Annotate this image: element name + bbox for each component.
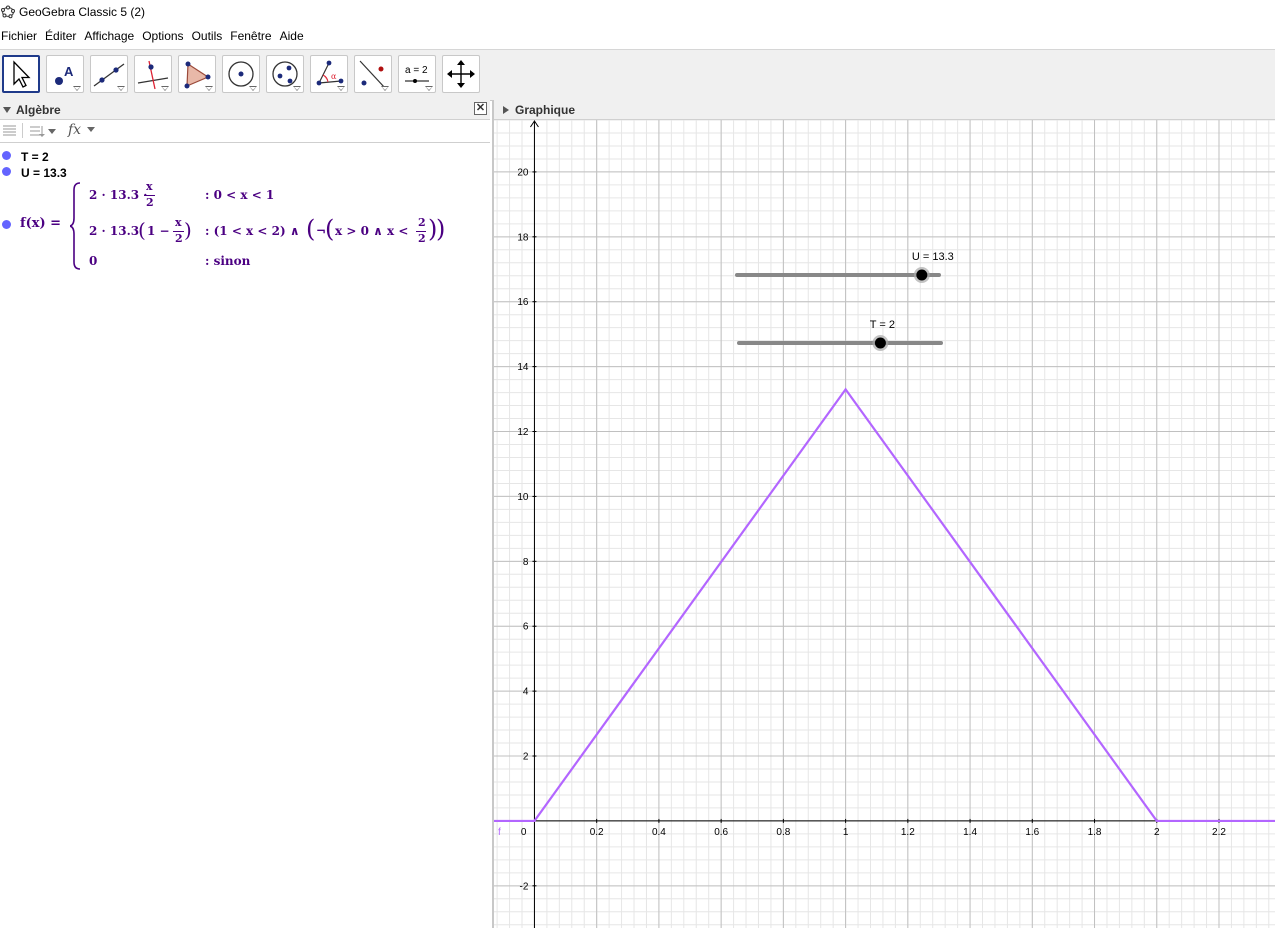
algebra-view-header[interactable]: Algèbre ✕ xyxy=(0,100,490,120)
toolbar: A α a = 2 xyxy=(0,49,1275,101)
graphics-view-title: Graphique xyxy=(515,102,576,117)
menu-fichier[interactable]: Fichier xyxy=(1,29,41,43)
svg-text:α: α xyxy=(331,72,337,81)
menu-options[interactable]: Options xyxy=(142,29,187,43)
case1-condition: : 0 < x < 1 xyxy=(205,188,275,202)
menu-affichage[interactable]: Affichage xyxy=(84,29,138,43)
case2-cond-numerator: 2 xyxy=(418,216,426,229)
line-tool-button[interactable] xyxy=(90,55,128,93)
x-tick-label: 2.2 xyxy=(1212,827,1226,838)
y-tick-label: 12 xyxy=(517,427,529,438)
y-tick-label: 6 xyxy=(523,622,529,633)
function-name: f(x) = xyxy=(20,216,62,231)
reflect-tool-button[interactable] xyxy=(354,55,392,93)
case3-expression: 0 xyxy=(89,254,98,268)
menu-lines-icon[interactable] xyxy=(3,124,16,137)
x-tick-label: 0.6 xyxy=(714,827,728,838)
graphics-view-header[interactable]: Graphique xyxy=(494,100,1275,120)
x-tick-label: 0.4 xyxy=(652,827,666,838)
perpendicular-tool-button[interactable] xyxy=(134,55,172,93)
window-title: GeoGebra Classic 5 (2) xyxy=(19,5,146,19)
y-tick-label: 10 xyxy=(517,492,529,503)
menu-outils[interactable]: Outils xyxy=(192,29,227,43)
visibility-dot-icon[interactable] xyxy=(2,220,11,229)
move-tool-button[interactable] xyxy=(2,55,40,93)
y-tick-label: 20 xyxy=(517,167,529,178)
algebra-item-text: U = 13.3 xyxy=(21,166,67,180)
case1-fraction-denominator: 2 xyxy=(146,196,154,209)
circle-tool-button[interactable] xyxy=(222,55,260,93)
arrow-cursor-icon xyxy=(13,60,31,88)
angle-tool-button[interactable]: α xyxy=(310,55,348,93)
slider-label: U = 13.3 xyxy=(912,251,954,263)
x-tick-label: 2 xyxy=(1154,827,1160,838)
algebra-toolbar: fx xyxy=(0,120,490,143)
algebra-item-text: T = 2 xyxy=(21,150,49,164)
y-tick-label: 2 xyxy=(523,752,529,763)
algebra-item-u[interactable]: U = 13.3 xyxy=(0,166,490,180)
x-tick-label: 1.2 xyxy=(901,827,915,838)
x-tick-label: 1.6 xyxy=(1025,827,1039,838)
case2-inner: 1 − xyxy=(147,224,170,238)
collapse-triangle-icon[interactable] xyxy=(3,106,11,113)
menu-fenetre[interactable]: Fenêtre xyxy=(230,29,275,43)
case2-condition: : (1 < x < 2) ∧ xyxy=(205,224,300,238)
algebra-list: T = 2 U = 13.3 f(x) = 2 · 13.3 · x 2 : 0… xyxy=(0,146,490,928)
slider-tool-button[interactable]: a = 2 xyxy=(398,55,436,93)
move-arrows-icon xyxy=(447,60,475,88)
menu-aide[interactable]: Aide xyxy=(280,29,308,43)
visibility-dot-icon[interactable] xyxy=(2,151,11,160)
case2-fraction-numerator: x xyxy=(175,216,182,229)
y-tick-label: 8 xyxy=(523,557,529,568)
x-tick-label: 1.4 xyxy=(963,827,977,838)
case1-expression: 2 · 13.3 · xyxy=(89,188,148,202)
case2-paren-close: ) xyxy=(184,218,192,242)
algebra-item-f[interactable]: f(x) = 2 · 13.3 · x 2 : 0 < x < 1 2 · 13… xyxy=(0,180,490,272)
case2-fraction-denominator: 2 xyxy=(175,232,183,245)
algebra-view-title: Algèbre xyxy=(16,102,61,117)
visibility-dot-icon[interactable] xyxy=(2,167,11,176)
expand-triangle-icon[interactable] xyxy=(503,105,509,114)
geogebra-logo-icon xyxy=(1,5,15,19)
slider-tool-label: a = 2 xyxy=(405,65,428,76)
piecewise-brace-icon xyxy=(70,182,81,270)
graphics-view[interactable]: 0.2 0.4 0.6 0.8 1 1.2 1.4 1.6 1.8 2 2.2 -2 2 4 6 8 10 12 1… xyxy=(494,120,1275,928)
y-tick-label: 4 xyxy=(523,687,529,698)
case1-fraction-numerator: x xyxy=(146,180,153,193)
menu-editer[interactable]: Éditer xyxy=(45,29,80,43)
close-algebra-icon[interactable]: ✕ xyxy=(474,102,487,115)
conic-tool-button[interactable] xyxy=(266,55,304,93)
x-tick-label: 0.2 xyxy=(590,827,604,838)
graph-canvas[interactable]: 0.2 0.4 0.6 0.8 1 1.2 1.4 1.6 1.8 2 2.2 -2 2 4 6 8 10 12 1… xyxy=(494,120,1275,928)
case2-cond-denominator: 2 xyxy=(418,232,426,245)
svg-text:A: A xyxy=(64,64,74,79)
x-tick-label: 0.8 xyxy=(776,827,790,838)
point-tool-button[interactable]: A xyxy=(46,55,84,93)
polygon-tool-button[interactable] xyxy=(178,55,216,93)
function-label-f: f xyxy=(498,827,501,838)
algebra-item-t[interactable]: T = 2 xyxy=(0,150,490,164)
y-tick-label: -2 xyxy=(520,881,529,892)
sort-icon[interactable] xyxy=(30,124,60,138)
x-tick-label: 1 xyxy=(843,827,849,838)
origin-label: 0 xyxy=(521,827,527,838)
menu-bar: Fichier Éditer Affichage Options Outils … xyxy=(0,26,1275,46)
case2-paren-open: ( xyxy=(138,218,146,242)
case3-condition: : sinon xyxy=(205,254,251,268)
case2-expression: 2 · 13.3 xyxy=(89,224,140,238)
slider-knob xyxy=(916,269,928,281)
case2-inner-condition: x > 0 ∧ x < xyxy=(335,224,409,238)
slider-knob xyxy=(874,337,886,349)
y-tick-label: 14 xyxy=(517,362,529,373)
chevron-down-icon[interactable] xyxy=(86,127,96,133)
slider-label: T = 2 xyxy=(870,319,895,331)
x-tick-label: 1.8 xyxy=(1088,827,1102,838)
fx-icon[interactable]: fx xyxy=(68,122,81,138)
title-bar: GeoGebra Classic 5 (2) xyxy=(0,0,1275,24)
move-graphics-tool-button[interactable] xyxy=(442,55,480,93)
y-tick-label: 16 xyxy=(517,297,529,308)
y-tick-label: 18 xyxy=(517,232,529,243)
